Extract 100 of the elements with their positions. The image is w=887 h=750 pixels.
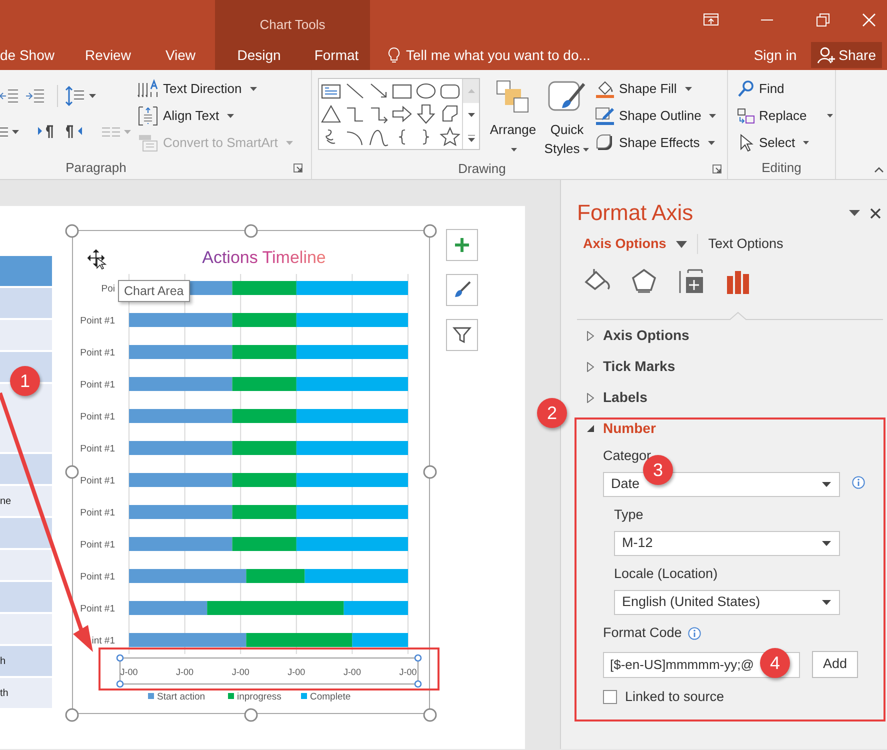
collapsed-triangle-icon — [587, 362, 594, 372]
axis-label: J-00 — [399, 667, 417, 677]
line-spacing-icon — [65, 86, 85, 106]
caret-icon — [822, 482, 831, 487]
dialog-launcher-icon[interactable] — [293, 163, 303, 174]
field-label: Type — [614, 506, 644, 524]
down-arrow-icon[interactable] — [415, 102, 438, 125]
shape-effects-icon — [595, 132, 615, 152]
star-icon[interactable] — [439, 126, 462, 148]
axis-label: Point #1 — [80, 508, 115, 518]
caret-icon — [124, 130, 131, 134]
checkbox[interactable] — [603, 690, 617, 704]
ribbon-large-button[interactable]: Arrange — [485, 70, 541, 158]
collapse-ribbon-icon[interactable] — [874, 167, 884, 173]
pane-options-icon[interactable] — [849, 210, 860, 216]
axis-label: Point #1 — [80, 540, 115, 550]
bullets-button[interactable] — [0, 125, 19, 139]
caret-icon — [676, 240, 688, 248]
dropdown[interactable]: English (United States) — [614, 590, 840, 615]
ribbon-command[interactable]: Find — [737, 75, 835, 102]
columns-icon — [102, 125, 120, 139]
ribbon-tab[interactable]: View — [146, 40, 215, 70]
decrease-indent-icon[interactable] — [0, 87, 18, 105]
field-label: Locale (Location) — [614, 565, 719, 583]
share-button[interactable]: Share — [810, 42, 882, 68]
axis-label: Point #1 — [80, 412, 115, 422]
align-text-icon — [137, 106, 159, 126]
ribbon-command[interactable]: Shape Fill — [595, 75, 716, 102]
sign-in-link[interactable]: Sign in — [754, 40, 797, 70]
caret-up-icon — [468, 89, 475, 93]
axis-label: Point #1 — [80, 380, 115, 390]
left-to-right-icon[interactable] — [38, 125, 54, 139]
ribbon-command[interactable]: Shape Outline — [595, 102, 716, 129]
close-icon[interactable] — [870, 208, 881, 218]
axis-label: Point #1 — [80, 572, 115, 582]
pentagon-icon[interactable] — [630, 268, 658, 296]
lightbulb-icon[interactable] — [388, 46, 400, 64]
caret-icon — [822, 541, 831, 546]
smartart-icon — [137, 132, 159, 152]
caret-icon — [803, 140, 810, 144]
field-label: Format Code — [603, 624, 682, 642]
caret-icon — [89, 94, 96, 98]
ribbon-command[interactable]: Align Text — [137, 102, 293, 129]
collapsed-triangle-icon — [587, 330, 594, 340]
stacked-squares-icon — [496, 80, 530, 114]
section-header[interactable]: Number — [577, 413, 883, 444]
right-to-left-icon[interactable] — [66, 125, 82, 139]
increase-indent-icon[interactable] — [26, 87, 46, 105]
caret-icon — [709, 114, 716, 118]
pane-tab[interactable]: Axis Options — [583, 234, 688, 254]
text-direction-icon — [137, 78, 159, 98]
collapsed-triangle-icon — [587, 392, 594, 402]
caret-icon — [582, 148, 590, 152]
section-header[interactable]: Labels — [577, 382, 883, 413]
paint-bucket-icon — [595, 78, 615, 98]
dialog-launcher-icon[interactable] — [712, 164, 722, 174]
ribbon-command[interactable]: Select — [737, 129, 835, 156]
axis-label: J-00 — [343, 667, 361, 677]
context-tab-group-label: Chart Tools — [215, 0, 370, 40]
ribbon-tab[interactable]: de Show — [0, 40, 70, 70]
info-icon — [688, 626, 701, 640]
move-cursor-icon — [88, 250, 107, 270]
caret-icon — [250, 86, 257, 90]
chart-side-button[interactable] — [446, 274, 478, 306]
ribbon-command[interactable]: Replace — [737, 102, 835, 129]
axis-label: Point #1 — [80, 476, 115, 486]
chart-side-button[interactable] — [446, 229, 478, 261]
ribbon-tab[interactable]: Format — [303, 40, 370, 70]
ribbon-command[interactable]: Shape Effects — [595, 129, 716, 156]
pencil-icon — [595, 106, 615, 126]
chart-side-button[interactable] — [446, 319, 478, 351]
axis-label: J-00 — [120, 667, 138, 677]
axis-label: Poi — [101, 284, 115, 294]
replace-icon — [737, 106, 755, 124]
axis-label: Point #1 — [80, 316, 115, 326]
bar-chart-icon[interactable] — [724, 268, 752, 296]
axis-label: J-00 — [232, 667, 250, 677]
ribbon-tab[interactable]: Review — [70, 40, 146, 70]
table-cell: ne — [0, 486, 52, 516]
chart-title: Actions Timeline — [202, 248, 326, 267]
ribbon-command[interactable]: Text Direction — [137, 75, 293, 102]
tell-me-search[interactable]: Tell me what you want to do... — [406, 44, 590, 66]
pane-tab[interactable]: Text Options — [708, 234, 784, 254]
size-properties-icon[interactable] — [677, 268, 705, 296]
section-header[interactable]: Tick Marks — [577, 351, 883, 382]
add-button[interactable]: Add — [812, 651, 858, 678]
dropdown[interactable]: M-12 — [614, 531, 840, 556]
caret-icon — [511, 148, 518, 152]
caret-icon — [826, 114, 834, 118]
triangle-icon[interactable] — [320, 102, 342, 125]
legend-label: Start action — [157, 692, 206, 702]
group-label: Drawing — [458, 160, 506, 178]
line-spacing-button[interactable] — [65, 86, 96, 106]
ribbon-display-options-icon[interactable] — [703, 12, 719, 28]
caret-icon — [286, 140, 293, 144]
info-icon — [852, 476, 865, 489]
ribbon-tab[interactable]: Design — [215, 40, 303, 70]
ribbon-large-button[interactable]: Quick Styles — [541, 70, 593, 158]
restore-icon[interactable] — [815, 12, 831, 28]
section-header[interactable]: Axis Options — [577, 320, 883, 351]
